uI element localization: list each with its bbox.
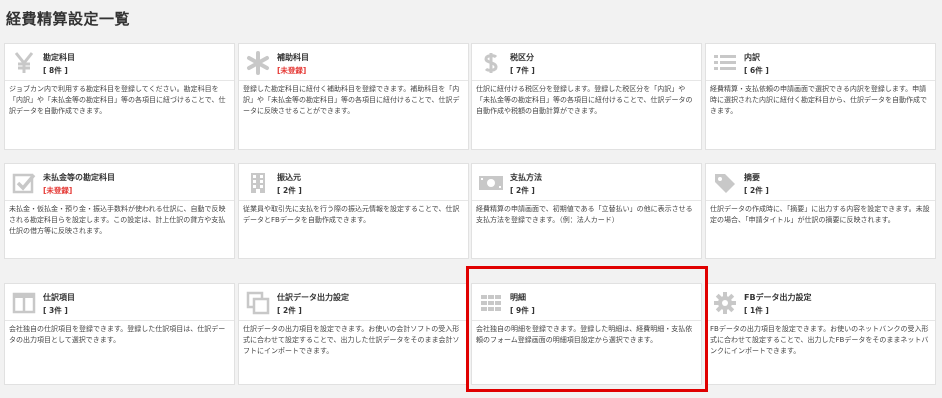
list-icon bbox=[712, 50, 738, 76]
card-description: 仕訳データの作成時に、「摘要」に出力する内容を設定できます。未設定の場合、「申請… bbox=[710, 205, 930, 224]
card-title: 仕訳項目 bbox=[43, 293, 75, 302]
yen-icon bbox=[11, 50, 37, 76]
settings-grid: 勘定科目 [ 8件 ] ジョブカン内で利用する勘定科目を登録してください。勘定科… bbox=[0, 0, 942, 398]
card-title: 税区分 bbox=[510, 53, 534, 62]
card-description: 会社独自の仕訳項目を登録できます。登録した仕訳項目は、仕訳データの出力項目として… bbox=[9, 325, 226, 344]
card-title: 勘定科目 bbox=[43, 53, 75, 62]
card-account-titles[interactable]: 勘定科目 [ 8件 ] ジョブカン内で利用する勘定科目を登録してください。勘定科… bbox=[4, 43, 235, 150]
card-description: 仕訳に紐付ける税区分を登録します。登録した税区分を「内訳」や「未払金等の勘定科目… bbox=[476, 85, 693, 115]
card-transfer-source[interactable]: 振込元 [ 2件 ] 従業員や取引先に支払を行う際の振込元情報を設定することで、… bbox=[238, 163, 469, 259]
card-title: FBデータ出力設定 bbox=[744, 293, 812, 302]
card-count: [ 2件 ] bbox=[510, 186, 535, 195]
card-description: 経費精算の申請画面で、初期値である「立替払い」の他に表示させる支払方法を登録でき… bbox=[476, 205, 693, 224]
card-description: 会社独自の明細を登録できます。登録した明細は、経費明細・支払依頼のフォーム登録画… bbox=[476, 325, 693, 344]
checkbox-icon bbox=[11, 170, 37, 196]
card-count: [ 9件 ] bbox=[510, 306, 535, 315]
card-payable-accounts[interactable]: 未払金等の勘定科目 [未登録] 未払金・仮払金・預り金・振込手数料が使われる仕訳… bbox=[4, 163, 235, 259]
card-description: ジョブカン内で利用する勘定科目を登録してください。勘定科目を「内訳」や「未払金等… bbox=[9, 85, 226, 115]
card-description: 登録した勘定科目に紐付く補助科目を登録できます。補助科目を「内訳」や「未払金等の… bbox=[243, 85, 460, 115]
card-title: 補助科目 bbox=[277, 53, 309, 62]
copy-icon bbox=[245, 290, 271, 316]
card-count: [ 2件 ] bbox=[744, 186, 769, 195]
card-count: [ 2件 ] bbox=[277, 306, 302, 315]
card-payment-methods[interactable]: 支払方法 [ 2件 ] 経費精算の申請画面で、初期値である「立替払い」の他に表示… bbox=[471, 163, 702, 259]
card-tax-categories[interactable]: 税区分 [ 7件 ] 仕訳に紐付ける税区分を登録します。登録した税区分を「内訳」… bbox=[471, 43, 702, 150]
card-journal-output-settings[interactable]: 仕訳データ出力設定 [ 2件 ] 仕訳データの出力項目を設定できます。お使いの会… bbox=[238, 283, 469, 385]
card-title: 未払金等の勘定科目 bbox=[43, 173, 115, 182]
card-summary[interactable]: 摘要 [ 2件 ] 仕訳データの作成時に、「摘要」に出力する内容を設定できます。… bbox=[705, 163, 936, 259]
card-description: 経費精算・支払依頼の申請画面で選択できる内訳を登録します。申請時に選択された内訳… bbox=[710, 85, 927, 115]
card-breakdown[interactable]: 内訳 [ 6件 ] 経費精算・支払依頼の申請画面で選択できる内訳を登録します。申… bbox=[705, 43, 936, 150]
card-title: 内訳 bbox=[744, 53, 760, 62]
card-title: 明細 bbox=[510, 293, 526, 302]
card-fb-output-settings[interactable]: FBデータ出力設定 [ 1件 ] FBデータの出力項目を設定できます。お使いのネ… bbox=[705, 283, 936, 385]
money-icon bbox=[478, 170, 504, 196]
card-description: 仕訳データの出力項目を設定できます。お使いの会計ソフトの受入形式に合わせて設定す… bbox=[243, 325, 460, 355]
card-description: 従業員や取引先に支払を行う際の振込元情報を設定することで、仕訳データとFBデータ… bbox=[243, 205, 460, 224]
card-description: FBデータの出力項目を設定できます。お使いのネットバンクの受入形式に合わせて設定… bbox=[710, 325, 929, 355]
card-count: [ 1件 ] bbox=[744, 306, 769, 315]
card-count: [ 3件 ] bbox=[43, 306, 68, 315]
asterisk-icon bbox=[245, 50, 271, 76]
tag-icon bbox=[712, 170, 738, 196]
card-details[interactable]: 明細 [ 9件 ] 会社独自の明細を登録できます。登録した明細は、経費明細・支払… bbox=[471, 283, 702, 385]
card-sub-accounts[interactable]: 補助科目 [未登録] 登録した勘定科目に紐付く補助科目を登録できます。補助科目を… bbox=[238, 43, 469, 150]
building-icon bbox=[245, 170, 271, 196]
gear-icon bbox=[712, 290, 738, 316]
card-count: [ 7件 ] bbox=[510, 66, 535, 75]
card-title: 振込元 bbox=[277, 173, 301, 182]
card-title: 支払方法 bbox=[510, 173, 542, 182]
card-count: [ 8件 ] bbox=[43, 66, 68, 75]
card-count: [ 2件 ] bbox=[277, 186, 302, 195]
table-icon bbox=[478, 290, 504, 316]
dollar-icon bbox=[478, 50, 504, 76]
card-journal-items[interactable]: 仕訳項目 [ 3件 ] 会社独自の仕訳項目を登録できます。登録した仕訳項目は、仕… bbox=[4, 283, 235, 385]
card-title: 仕訳データ出力設定 bbox=[277, 293, 349, 302]
card-count: [未登録] bbox=[43, 186, 73, 195]
card-count: [未登録] bbox=[277, 66, 307, 75]
card-description: 未払金・仮払金・預り金・振込手数料が使われる仕訳に、自動で反映される勘定科目らを… bbox=[9, 205, 226, 235]
card-count: [ 6件 ] bbox=[744, 66, 769, 75]
columns-icon bbox=[11, 290, 37, 316]
card-title: 摘要 bbox=[744, 173, 760, 182]
